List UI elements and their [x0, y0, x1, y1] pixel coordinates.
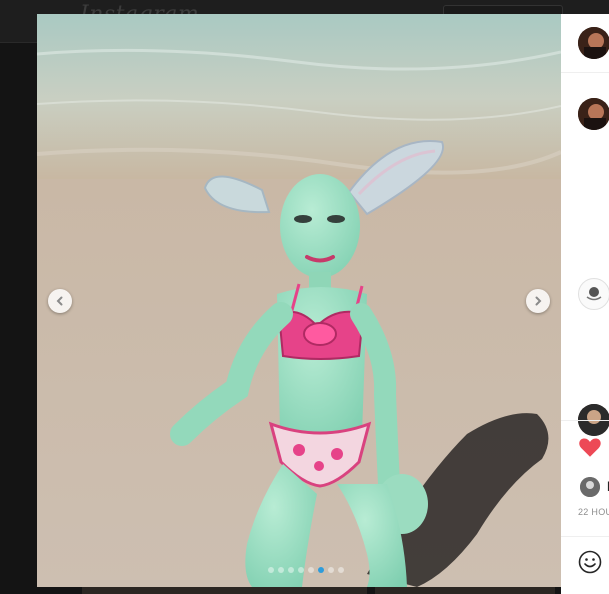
carousel-dot: [318, 567, 324, 573]
carousel-dot: [288, 567, 294, 573]
avatar-image: [580, 477, 600, 497]
carousel-dot: [298, 567, 304, 573]
divider: [561, 536, 609, 537]
divider: [561, 72, 609, 73]
avatar-image: [578, 27, 609, 59]
heart-icon[interactable]: [577, 434, 603, 460]
commenter-avatar[interactable]: [578, 278, 609, 310]
carousel-dot: [328, 567, 334, 573]
carousel-dot: [268, 567, 274, 573]
post-side-panel: l 22 HOU: [561, 14, 609, 594]
commenter-avatar[interactable]: [578, 98, 609, 130]
carousel-dot: [278, 567, 284, 573]
carousel-indicator: [268, 567, 344, 573]
author-avatar[interactable]: [578, 27, 609, 59]
smiley-icon[interactable]: [578, 550, 602, 574]
chevron-left-icon: [56, 296, 63, 306]
carousel-dot: [338, 567, 344, 573]
chevron-right-icon: [535, 296, 542, 306]
avatar-image: [586, 287, 602, 301]
avatar-image: [578, 98, 609, 130]
liker-avatar[interactable]: [580, 477, 600, 497]
carousel-dot: [308, 567, 314, 573]
post-timestamp: 22 HOU: [578, 507, 609, 517]
divider: [561, 420, 609, 421]
previous-photo-button[interactable]: [48, 289, 72, 313]
next-photo-button[interactable]: [526, 289, 550, 313]
post-photo: [37, 14, 561, 587]
photo-illustration: [37, 14, 561, 587]
